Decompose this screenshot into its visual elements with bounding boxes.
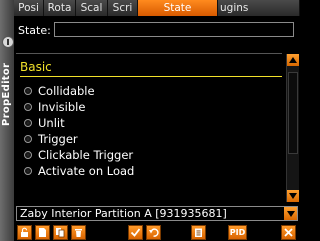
lock-icon: [21, 227, 28, 237]
option-trigger[interactable]: Trigger: [24, 131, 78, 147]
apply-button[interactable]: [128, 225, 143, 240]
undo-button[interactable]: [146, 225, 161, 240]
trash-icon: [75, 229, 82, 237]
delete-button[interactable]: [71, 225, 86, 240]
bottom-toolbar: PID: [14, 224, 300, 241]
option-activate-on-load[interactable]: Activate on Load: [24, 163, 134, 179]
partition-dropdown[interactable]: Zaby Interior Partition A [931935681]: [16, 206, 298, 221]
radio-button[interactable]: [24, 151, 32, 159]
option-clickable-trigger[interactable]: Clickable Trigger: [24, 147, 133, 163]
clipboard-button[interactable]: [191, 225, 206, 240]
sidebar-titlebar[interactable]: PropEditor: [0, 0, 15, 241]
section-divider: [20, 76, 282, 77]
option-label: Collidable: [38, 84, 95, 98]
option-invisible[interactable]: Invisible: [24, 99, 85, 115]
tab-rotation[interactable]: Rota: [44, 0, 76, 16]
window-title: PropEditor: [1, 62, 12, 126]
option-label: Unlit: [38, 116, 65, 130]
radio-button[interactable]: [24, 135, 32, 143]
tab-plugins[interactable]: ugins: [218, 0, 300, 16]
option-label: Activate on Load: [38, 164, 135, 178]
radio-button[interactable]: [24, 119, 32, 127]
section-title: Basic: [20, 60, 52, 74]
radio-button[interactable]: [24, 167, 32, 175]
properties-list: Basic Collidable Invisible Unlit Trigger…: [16, 53, 282, 204]
dropdown-selected: Zaby Interior Partition A [931935681]: [20, 207, 227, 220]
radio-button[interactable]: [24, 103, 32, 111]
vertical-scrollbar[interactable]: [286, 54, 299, 202]
tab-scale[interactable]: Scal: [76, 0, 108, 16]
state-panel: State: Basic Collidable Invisible Unlit …: [14, 16, 300, 241]
copy-button[interactable]: [53, 225, 68, 240]
clipboard-icon: [195, 228, 202, 237]
lock-button[interactable]: [17, 225, 32, 240]
option-collidable[interactable]: Collidable: [24, 83, 95, 99]
tab-state[interactable]: State: [138, 0, 218, 16]
option-label: Invisible: [38, 100, 86, 114]
close-icon: [284, 228, 293, 237]
scroll-up-icon[interactable]: [287, 54, 299, 66]
document-icon: [39, 228, 46, 237]
chevron-down-icon[interactable]: [284, 207, 297, 220]
checkmark-icon: [130, 228, 141, 237]
scroll-down-icon[interactable]: [287, 190, 299, 202]
option-label: Clickable Trigger: [38, 148, 134, 162]
copy-icon: [56, 228, 65, 238]
undo-icon: [149, 228, 159, 237]
tab-bar: Posi Rota Scal Scri State ugins: [14, 0, 300, 16]
state-input[interactable]: [54, 22, 294, 37]
option-label: Trigger: [38, 132, 78, 146]
scroll-thumb[interactable]: [288, 72, 298, 154]
new-document-button[interactable]: [35, 225, 50, 240]
close-icon[interactable]: [2, 36, 14, 48]
tab-scripts[interactable]: Scri: [108, 0, 138, 16]
tab-position[interactable]: Posi: [14, 0, 44, 16]
radio-button[interactable]: [24, 87, 32, 95]
option-unlit[interactable]: Unlit: [24, 115, 65, 131]
state-label: State:: [18, 24, 51, 37]
close-button[interactable]: [281, 225, 296, 240]
pid-button[interactable]: PID: [228, 225, 247, 240]
